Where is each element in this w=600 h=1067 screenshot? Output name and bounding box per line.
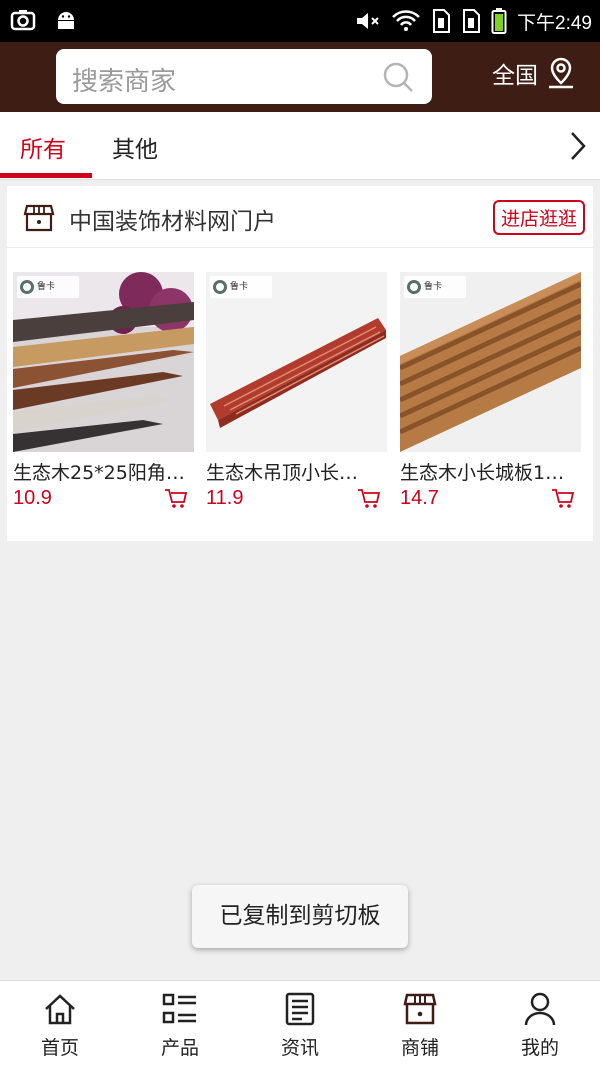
- wifi-icon: [392, 10, 420, 31]
- product-image[interactable]: 鲁卡: [400, 272, 581, 452]
- category-tabs: 所有 其他: [0, 112, 600, 180]
- nav-me[interactable]: 我的: [480, 991, 600, 1060]
- status-time: 下午2:49: [517, 12, 592, 34]
- nav-products-label: 产品: [160, 1037, 199, 1059]
- store-icon: [23, 204, 55, 232]
- active-tab-indicator: [0, 173, 92, 178]
- product-title: 生态木吊顶小长…: [206, 462, 359, 484]
- brand-logo: 鲁卡: [404, 276, 466, 298]
- nav-news[interactable]: 资讯: [240, 991, 360, 1060]
- tab-all[interactable]: 所有: [20, 130, 66, 164]
- sim-2-icon: [463, 9, 481, 33]
- android-icon: [58, 12, 74, 29]
- brand-logo: 鲁卡: [210, 276, 272, 298]
- shop-card: 中国装饰材料网门户 进店逛逛 鲁卡 生态木25*25阳角… 10.9 鲁卡 生态…: [7, 186, 593, 541]
- user-icon: [524, 992, 556, 1026]
- search-input[interactable]: 搜索商家: [56, 49, 432, 104]
- location-pin-icon: [549, 57, 573, 89]
- product-title: 生态木小长城板1…: [400, 462, 565, 484]
- home-icon: [45, 994, 75, 1025]
- nav-home-label: 首页: [40, 1037, 79, 1059]
- search-icon[interactable]: [382, 61, 414, 93]
- toast-message: 已复制到剪切板: [192, 885, 408, 948]
- battery-icon: [491, 8, 507, 34]
- sim-1-icon: [433, 9, 451, 33]
- product-image[interactable]: 鲁卡: [206, 272, 387, 452]
- shop-name: 中国装饰材料网门户: [69, 209, 276, 235]
- add-to-cart-icon[interactable]: [357, 488, 381, 510]
- add-to-cart-icon[interactable]: [551, 488, 575, 510]
- bottom-nav: 首页 产品 资讯 商铺 我的: [0, 980, 600, 1067]
- screenshot-icon: [10, 10, 36, 31]
- shop-header[interactable]: 中国装饰材料网门户 进店逛逛: [7, 186, 593, 248]
- add-to-cart-icon[interactable]: [164, 488, 188, 510]
- nav-products[interactable]: 产品: [120, 991, 240, 1060]
- nav-home[interactable]: 首页: [0, 991, 120, 1060]
- mute-icon: [357, 13, 379, 29]
- enter-shop-button[interactable]: 进店逛逛: [492, 200, 585, 235]
- news-icon: [285, 992, 315, 1026]
- product-card[interactable]: 鲁卡 生态木吊顶小长… 11.9: [206, 272, 387, 510]
- nav-shops[interactable]: 商铺: [360, 991, 480, 1060]
- product-title: 生态木25*25阳角…: [13, 462, 185, 484]
- search-placeholder: 搜索商家: [72, 67, 177, 97]
- product-card[interactable]: 鲁卡 生态木小长城板1… 14.7: [400, 272, 581, 510]
- header-bar: 搜索商家 全国: [0, 42, 600, 112]
- region-label: 全国: [492, 63, 538, 89]
- chevron-right-icon[interactable]: [568, 130, 588, 162]
- status-bar: 下午2:49: [0, 0, 600, 42]
- region-selector[interactable]: 全国: [492, 56, 576, 90]
- product-image[interactable]: 鲁卡: [13, 272, 194, 452]
- nav-news-label: 资讯: [280, 1037, 319, 1059]
- tab-other[interactable]: 其他: [112, 130, 158, 164]
- nav-shops-label: 商铺: [400, 1037, 439, 1059]
- nav-me-label: 我的: [520, 1037, 559, 1059]
- product-card[interactable]: 鲁卡 生态木25*25阳角… 10.9: [13, 272, 194, 510]
- brand-logo: 鲁卡: [17, 276, 79, 298]
- shop-icon: [403, 993, 437, 1025]
- list-icon: [162, 993, 196, 1024]
